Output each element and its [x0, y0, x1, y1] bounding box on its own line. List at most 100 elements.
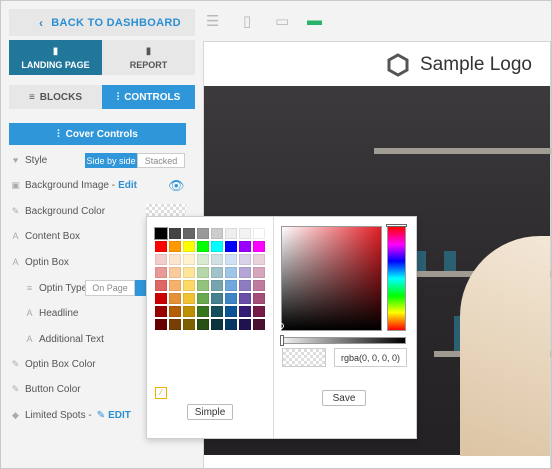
- color-swatch[interactable]: [169, 293, 181, 304]
- color-swatch[interactable]: [183, 267, 195, 278]
- color-swatch[interactable]: [253, 254, 265, 265]
- headline-label: Headline: [39, 307, 79, 319]
- tag-icon: ◆: [12, 409, 19, 420]
- background-image-edit-link[interactable]: Edit: [118, 180, 137, 191]
- hue-handle[interactable]: [386, 224, 407, 227]
- tab-blocks[interactable]: ≡ BLOCKS: [9, 85, 102, 109]
- color-swatch[interactable]: [239, 306, 251, 317]
- color-swatch[interactable]: [197, 319, 209, 330]
- optin-box-row[interactable]: A Optin Box: [9, 254, 68, 270]
- headline-row[interactable]: A Headline: [23, 305, 78, 321]
- cover-controls-button[interactable]: ⫶ Cover Controls: [9, 123, 186, 145]
- color-swatch[interactable]: [155, 319, 167, 330]
- color-swatch[interactable]: [169, 319, 181, 330]
- color-swatch[interactable]: [197, 254, 209, 265]
- color-swatch[interactable]: [239, 254, 251, 265]
- rgba-input[interactable]: rgba(0, 0, 0, 0): [334, 348, 407, 367]
- tab-controls[interactable]: ⫶ CONTROLS: [102, 85, 195, 109]
- optin-type-on-page[interactable]: On Page: [85, 280, 135, 296]
- color-swatch[interactable]: [253, 293, 265, 304]
- color-swatch[interactable]: [155, 280, 167, 291]
- color-swatch[interactable]: [183, 254, 195, 265]
- color-swatch[interactable]: [197, 293, 209, 304]
- color-swatch[interactable]: [225, 306, 237, 317]
- limited-spots-edit-link[interactable]: EDIT: [108, 410, 131, 421]
- optin-box-color-row[interactable]: ✎ Optin Box Color: [9, 356, 96, 372]
- color-swatch[interactable]: [183, 241, 195, 252]
- alpha-slider[interactable]: [281, 337, 406, 344]
- color-swatch[interactable]: [183, 228, 195, 239]
- additional-text-label: Additional Text: [39, 333, 104, 345]
- color-swatch[interactable]: [155, 306, 167, 317]
- color-swatch[interactable]: [225, 241, 237, 252]
- color-swatch[interactable]: [225, 293, 237, 304]
- tab-report[interactable]: ▮ REPORT: [102, 40, 195, 75]
- color-swatch[interactable]: [211, 293, 223, 304]
- color-swatch[interactable]: [169, 306, 181, 317]
- alpha-handle[interactable]: [280, 335, 284, 346]
- desktop-icon[interactable]: ▬: [307, 12, 322, 29]
- color-swatch[interactable]: [197, 228, 209, 239]
- color-swatch[interactable]: [211, 254, 223, 265]
- color-swatch[interactable]: [239, 267, 251, 278]
- tablet-icon[interactable]: ▭: [275, 12, 289, 30]
- color-swatch[interactable]: [183, 319, 195, 330]
- style-side-by-side[interactable]: Side by side: [85, 153, 137, 168]
- color-swatch[interactable]: [155, 293, 167, 304]
- color-cursor[interactable]: [278, 323, 284, 329]
- color-swatch[interactable]: [239, 280, 251, 291]
- tab-landing-page[interactable]: ▮ LANDING PAGE: [9, 40, 102, 75]
- hue-slider[interactable]: [387, 226, 406, 331]
- color-swatch[interactable]: [211, 241, 223, 252]
- color-swatch[interactable]: [155, 241, 167, 252]
- content-box-row[interactable]: A Content Box: [9, 228, 80, 244]
- color-swatch[interactable]: [225, 267, 237, 278]
- color-swatch[interactable]: [211, 280, 223, 291]
- color-swatch[interactable]: [225, 254, 237, 265]
- color-swatch[interactable]: [253, 228, 265, 239]
- color-swatch[interactable]: [211, 319, 223, 330]
- color-swatch[interactable]: [197, 280, 209, 291]
- color-swatch[interactable]: [197, 306, 209, 317]
- color-swatch[interactable]: [253, 241, 265, 252]
- color-swatch[interactable]: [197, 267, 209, 278]
- color-swatch[interactable]: [239, 228, 251, 239]
- color-swatch[interactable]: [155, 254, 167, 265]
- eye-icon[interactable]: 👁: [168, 178, 185, 194]
- color-swatch[interactable]: [211, 228, 223, 239]
- additional-text-row[interactable]: A Additional Text: [23, 331, 104, 347]
- color-swatch[interactable]: [169, 241, 181, 252]
- color-swatch[interactable]: [183, 280, 195, 291]
- back-to-dashboard-button[interactable]: ‹ BACK TO DASHBOARD: [9, 9, 195, 36]
- color-swatch[interactable]: [183, 306, 195, 317]
- color-swatch[interactable]: [154, 227, 168, 240]
- color-swatch[interactable]: [197, 241, 209, 252]
- color-swatch[interactable]: [183, 293, 195, 304]
- color-swatch[interactable]: [211, 306, 223, 317]
- color-swatch[interactable]: [169, 267, 181, 278]
- color-swatch[interactable]: [225, 319, 237, 330]
- color-swatch[interactable]: [225, 228, 237, 239]
- toggle-sidebar-icon[interactable]: ☰: [206, 12, 219, 30]
- color-swatch[interactable]: [253, 319, 265, 330]
- color-swatch[interactable]: [169, 254, 181, 265]
- background-color-swatch[interactable]: [146, 204, 186, 216]
- color-swatch[interactable]: [239, 319, 251, 330]
- color-swatch[interactable]: [225, 280, 237, 291]
- color-swatch[interactable]: [239, 293, 251, 304]
- simple-button[interactable]: Simple: [187, 404, 233, 420]
- color-swatch[interactable]: [253, 306, 265, 317]
- color-swatch[interactable]: [253, 280, 265, 291]
- style-stacked[interactable]: Stacked: [137, 153, 185, 168]
- saturation-value-area[interactable]: [281, 226, 382, 331]
- color-swatch[interactable]: [211, 267, 223, 278]
- button-color-row[interactable]: ✎ Button Color: [9, 381, 81, 397]
- color-swatch[interactable]: [239, 241, 251, 252]
- color-swatch[interactable]: [253, 267, 265, 278]
- mobile-icon[interactable]: ▯: [243, 12, 251, 30]
- save-button[interactable]: Save: [322, 390, 366, 406]
- color-swatch[interactable]: [169, 228, 181, 239]
- color-swatch[interactable]: [169, 280, 181, 291]
- color-swatch[interactable]: [155, 267, 167, 278]
- transparent-swatch[interactable]: ⁄: [155, 387, 167, 399]
